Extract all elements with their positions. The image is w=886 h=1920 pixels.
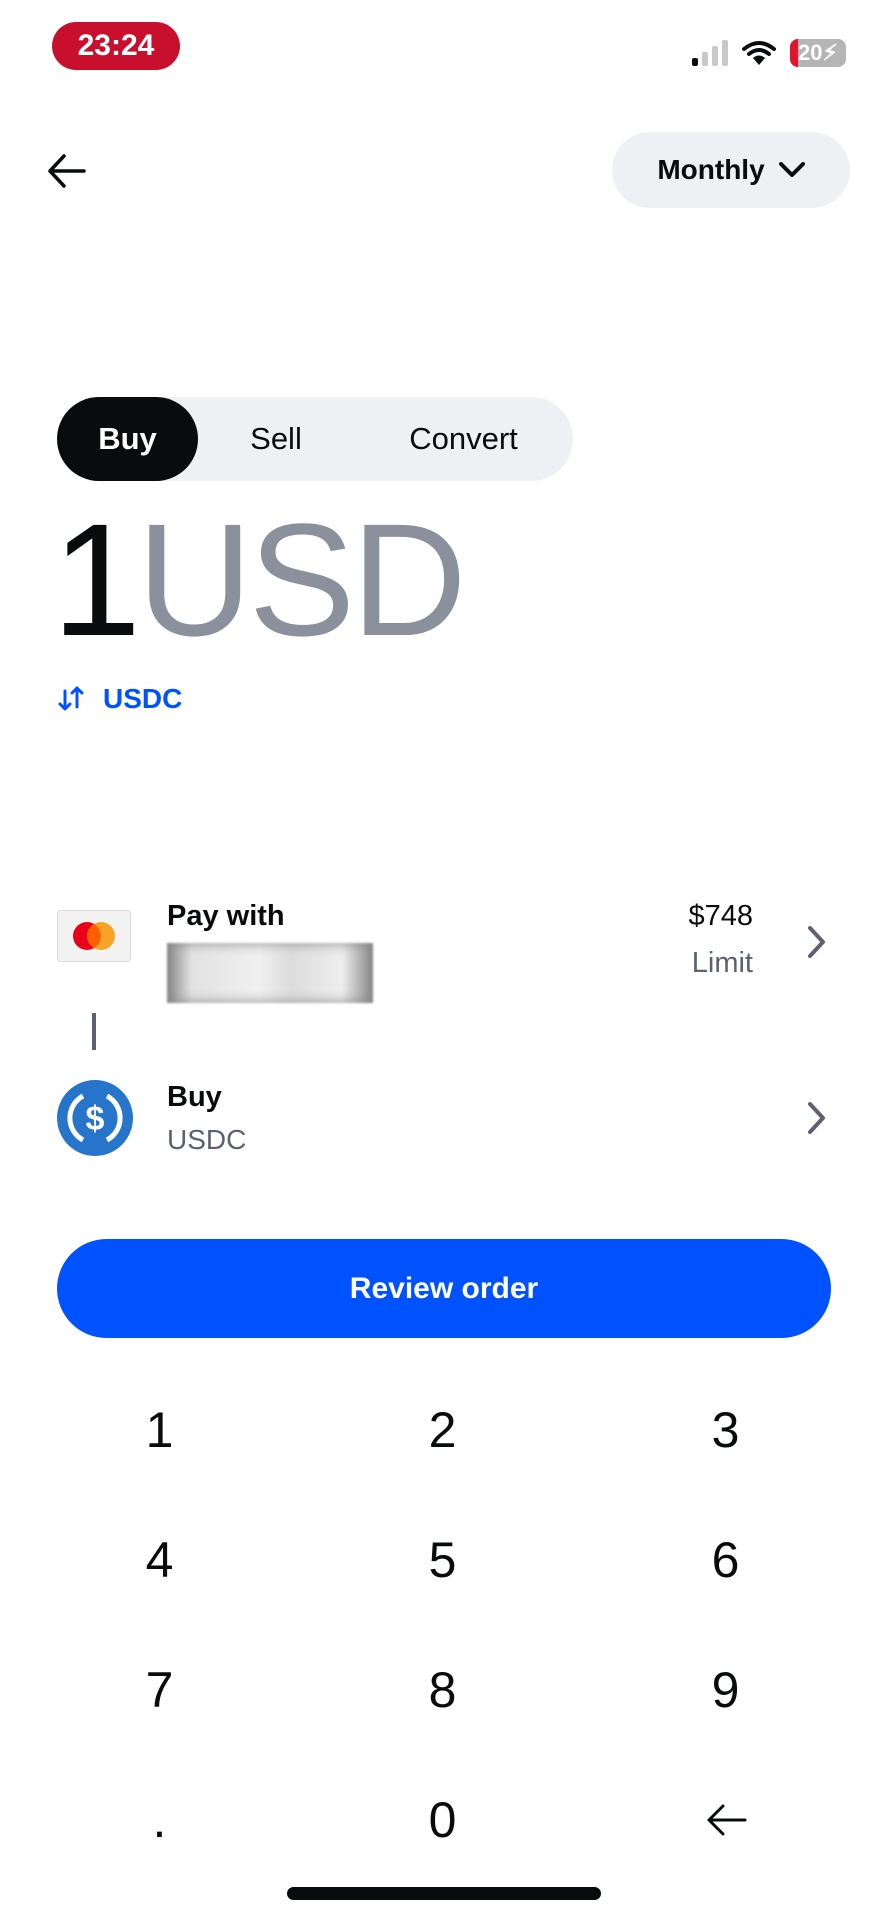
tab-convert[interactable]: Convert — [354, 397, 573, 481]
backspace-arrow-icon — [707, 1804, 746, 1836]
arrow-left-icon — [48, 154, 86, 188]
review-order-button[interactable]: Review order — [57, 1239, 831, 1338]
status-time: 23:24 — [52, 22, 180, 70]
amount-currency: USD — [136, 490, 467, 669]
chevron-right-icon — [808, 926, 825, 958]
key-2[interactable]: 2 — [301, 1365, 584, 1495]
buy-asset-row[interactable]: $ Buy USDC — [57, 1078, 829, 1158]
frequency-label: Monthly — [657, 154, 765, 185]
key-backspace[interactable] — [584, 1755, 867, 1885]
key-9[interactable]: 9 — [584, 1625, 867, 1755]
cellular-signal-icon — [692, 40, 728, 66]
tab-sell[interactable]: Sell — [198, 397, 354, 481]
trade-type-tabs: Buy Sell Convert — [57, 397, 573, 481]
chevron-down-icon — [778, 162, 805, 177]
pay-with-row[interactable]: Pay with $748 Limit — [57, 900, 829, 1010]
toggle-currency-label: USDC — [103, 683, 183, 714]
key-8[interactable]: 8 — [301, 1625, 584, 1755]
currency-toggle[interactable]: USDC — [57, 683, 182, 715]
key-7[interactable]: 7 — [18, 1625, 301, 1755]
back-button[interactable] — [40, 145, 92, 197]
mastercard-icon — [57, 910, 131, 962]
home-indicator[interactable] — [287, 1887, 601, 1900]
limit-label: Limit — [691, 947, 753, 979]
limit-value: $748 — [688, 900, 753, 932]
key-3[interactable]: 3 — [584, 1365, 867, 1495]
payment-method-redacted — [167, 943, 373, 1003]
usdc-coin-icon: $ — [57, 1080, 133, 1156]
chevron-right-icon — [808, 1102, 825, 1134]
wifi-icon — [742, 41, 776, 65]
svg-text:$: $ — [86, 1100, 105, 1138]
buy-asset-name: USDC — [167, 1123, 247, 1155]
battery-icon: 20 ⚡︎ — [790, 39, 846, 67]
pay-with-title: Pay with — [167, 900, 285, 932]
flow-connector-line — [92, 1013, 96, 1050]
swap-arrows-icon — [58, 686, 84, 711]
tab-buy[interactable]: Buy — [57, 397, 198, 481]
key-4[interactable]: 4 — [18, 1495, 301, 1625]
buy-title: Buy — [167, 1080, 222, 1113]
key-6[interactable]: 6 — [584, 1495, 867, 1625]
status-icons: 20 ⚡︎ — [692, 36, 846, 70]
battery-percent: 20 — [798, 40, 823, 65]
numeric-keypad: 1 2 3 4 5 6 7 8 9 . 0 — [0, 1365, 886, 1885]
amount-value: 1 — [52, 490, 141, 669]
key-0[interactable]: 0 — [301, 1755, 584, 1885]
key-decimal[interactable]: . — [18, 1755, 301, 1885]
frequency-dropdown[interactable]: Monthly — [612, 132, 850, 208]
charging-bolt-icon: ⚡︎ — [822, 40, 838, 65]
amount-display: 1 USD — [52, 490, 467, 669]
key-1[interactable]: 1 — [18, 1365, 301, 1495]
key-5[interactable]: 5 — [301, 1495, 584, 1625]
